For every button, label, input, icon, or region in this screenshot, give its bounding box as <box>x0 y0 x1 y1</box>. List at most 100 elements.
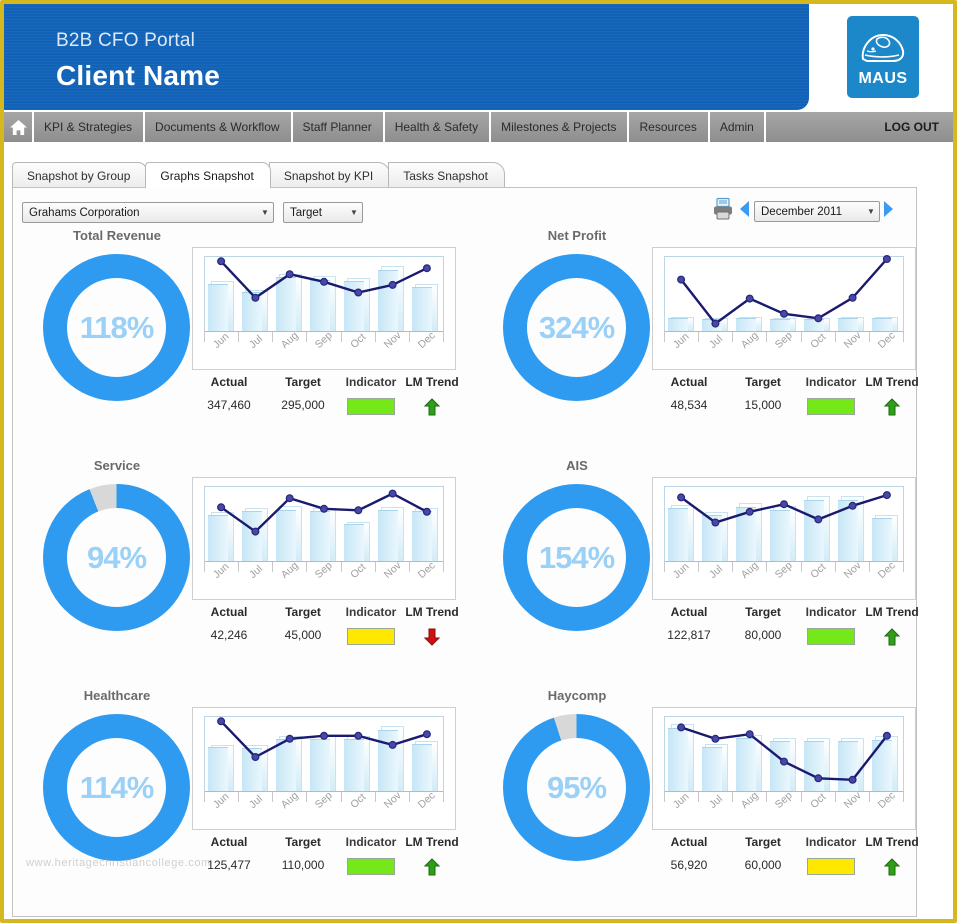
app-window: B2B CFO Portal Client Name MAUS KPI & St… <box>0 0 957 923</box>
kpi-percent-service: 94% <box>86 539 147 575</box>
tab-tasks-snapshot[interactable]: Tasks Snapshot <box>388 162 505 188</box>
nav-item-resources[interactable]: Resources <box>627 112 707 142</box>
stat-value-actual: 122,817 <box>667 628 711 642</box>
stat-header-target: Target <box>745 605 781 619</box>
next-month-button[interactable] <box>884 201 896 219</box>
tab-snapshot-by-kpi[interactable]: Snapshot by KPI <box>268 162 391 188</box>
kpi-card-ais: AIS 154% Jun Jul Aug Sep Oct Nov Dec Actual Target… <box>477 458 919 688</box>
stat-value-actual: 347,460 <box>207 398 251 412</box>
stat-value-target: 80,000 <box>744 628 782 642</box>
kpi-card-net-profit: Net Profit 324% Jun Jul Aug Sep Oct Nov Dec Actua… <box>477 228 919 458</box>
status-badge <box>807 398 855 415</box>
logout-button[interactable]: LOG OUT <box>884 112 953 142</box>
kpi-title-haycomp: Haycomp <box>547 688 607 703</box>
print-button[interactable] <box>711 197 735 226</box>
trend-line <box>217 489 431 536</box>
printer-icon <box>714 197 732 220</box>
kpi-chart-healthcare: Jun Jul Aug Sep Oct Nov Dec <box>192 707 456 830</box>
nav-item-milestones-projects[interactable]: Milestones & Projects <box>489 112 627 142</box>
brand-logo: MAUS <box>813 4 953 110</box>
content-panel: Grahams Corporation ▼ Target ▼ December … <box>12 187 919 918</box>
x-axis-labels: Jun Jul Aug Sep Oct Nov Dec <box>204 329 444 366</box>
kpi-stats-healthcare: Actual Target Indicator LM Trend 125,477 110,… <box>192 835 462 885</box>
kpi-percent-ais: 154% <box>538 539 615 575</box>
measure-select[interactable]: Target ▼ <box>283 202 363 223</box>
arrow-left-icon <box>740 201 749 217</box>
kpi-chart-ais: Jun Jul Aug Sep Oct Nov Dec <box>652 477 916 600</box>
chevron-down-icon: ▼ <box>350 208 358 217</box>
nav-item-kpi-strategies[interactable]: KPI & Strategies <box>32 112 143 142</box>
trend-arrow-icon <box>862 628 922 655</box>
stat-header-trend: LM Trend <box>865 605 919 619</box>
kpi-percent-haycomp: 95% <box>546 769 607 805</box>
tab-graphs-snapshot[interactable]: Graphs Snapshot <box>145 162 271 188</box>
page-title: Client Name <box>56 60 221 91</box>
kpi-chart-total-revenue: Jun Jul Aug Sep Oct Nov Dec <box>192 247 456 370</box>
stat-header-target: Target <box>745 835 781 849</box>
stat-header-indicator: Indicator <box>805 605 857 619</box>
kpi-title-total-revenue: Total Revenue <box>73 228 161 243</box>
trend-arrow-icon <box>862 398 922 425</box>
nav-item-list: KPI & Strategies Documents & Workflow St… <box>32 112 766 142</box>
trend-line <box>217 257 431 302</box>
x-axis-labels: Jun Jul Aug Sep Oct Nov Dec <box>204 789 444 826</box>
kpi-title-ais: AIS <box>566 458 588 473</box>
stat-header-indicator: Indicator <box>345 375 397 389</box>
stat-header-target: Target <box>285 375 321 389</box>
trend-arrow-icon <box>402 398 462 425</box>
stat-header-target: Target <box>285 605 321 619</box>
kpi-stats-total-revenue: Actual Target Indicator LM Trend 347,460 295,… <box>192 375 462 425</box>
stat-value-target: 15,000 <box>744 398 782 412</box>
portal-subtitle: B2B CFO Portal <box>56 30 196 51</box>
stat-header-indicator: Indicator <box>345 835 397 849</box>
stat-header-indicator: Indicator <box>345 605 397 619</box>
stat-header-trend: LM Trend <box>865 375 919 389</box>
kpi-percent-total-revenue: 118% <box>79 309 155 345</box>
stat-header-actual: Actual <box>210 375 248 389</box>
stat-value-target: 295,000 <box>281 398 325 412</box>
kpi-chart-haycomp: Jun Jul Aug Sep Oct Nov Dec <box>652 707 916 830</box>
status-badge <box>347 628 395 645</box>
donut-gauge-ais: 154% <box>503 484 650 631</box>
stat-value-target: 45,000 <box>284 628 322 642</box>
nav-item-documents-workflow[interactable]: Documents & Workflow <box>143 112 290 142</box>
company-select-value: Grahams Corporation <box>29 206 140 219</box>
trend-line <box>217 717 431 761</box>
status-badge <box>347 858 395 875</box>
trend-line <box>677 491 891 527</box>
home-icon <box>9 119 27 135</box>
stat-value-actual: 42,246 <box>210 628 248 642</box>
kpi-stats-service: Actual Target Indicator LM Trend 42,246 45,00… <box>192 605 462 655</box>
donut-gauge-net-profit: 324% <box>503 254 650 401</box>
donut-gauge-healthcare: 114% <box>43 714 190 861</box>
nav-item-health-safety[interactable]: Health & Safety <box>382 112 489 142</box>
kpi-title-net-profit: Net Profit <box>547 228 607 243</box>
stat-header-trend: LM Trend <box>405 375 459 389</box>
stat-header-actual: Actual <box>670 605 708 619</box>
kpi-card-haycomp: Haycomp 95% Jun Jul Aug Sep Oct Nov Dec Actual Tar… <box>477 688 919 918</box>
tab-snapshot-by-group[interactable]: Snapshot by Group <box>12 162 148 188</box>
stat-header-indicator: Indicator <box>805 835 857 849</box>
kpi-percent-healthcare: 114% <box>79 769 155 805</box>
trend-line <box>677 723 891 784</box>
arrow-right-icon <box>884 201 893 217</box>
donut-gauge-service: 94% <box>43 484 190 631</box>
kpi-card-healthcare: Healthcare 114% Jun Jul Aug Sep Oct Nov Dec Actua… <box>17 688 459 918</box>
nav-item-admin[interactable]: Admin <box>707 112 766 142</box>
kpi-chart-service: Jun Jul Aug Sep Oct Nov Dec <box>192 477 456 600</box>
stat-header-trend: LM Trend <box>405 605 459 619</box>
company-select[interactable]: Grahams Corporation ▼ <box>22 202 274 223</box>
stat-value-actual: 125,477 <box>207 858 251 872</box>
stat-value-target: 110,000 <box>281 858 325 872</box>
home-button[interactable] <box>4 112 32 142</box>
main-navbar: KPI & Strategies Documents & Workflow St… <box>4 112 953 142</box>
month-select[interactable]: December 2011 ▼ <box>754 201 880 222</box>
kpi-stats-net-profit: Actual Target Indicator LM Trend 48,534 15,00… <box>652 375 922 425</box>
month-select-value: December 2011 <box>761 205 842 218</box>
nav-item-staff-planner[interactable]: Staff Planner <box>290 112 383 142</box>
trend-arrow-icon <box>402 628 462 655</box>
previous-month-button[interactable] <box>740 201 752 219</box>
maus-mouse-logo-icon <box>861 33 905 62</box>
stat-header-actual: Actual <box>210 605 248 619</box>
stat-value-target: 60,000 <box>744 858 782 872</box>
